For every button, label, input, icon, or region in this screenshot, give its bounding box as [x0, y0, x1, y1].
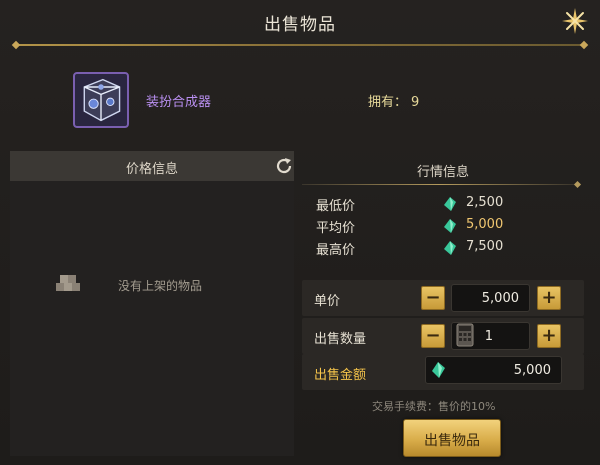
minus-icon: − [425, 287, 441, 308]
price-info-title: 价格信息 [125, 162, 178, 177]
quantity-value: 1 [484, 329, 493, 344]
max-price-label: 最高价 [316, 243, 356, 258]
unit-price-field[interactable]: 5,000 [451, 284, 530, 312]
gem-icon [444, 219, 456, 233]
fee-note: 交易手续费：售价的10% [372, 400, 496, 413]
gem-icon [444, 197, 456, 211]
gem-icon [432, 362, 445, 378]
close-icon[interactable] [560, 6, 590, 36]
owned-value: 9 [411, 95, 420, 110]
total-value: 5,000 [513, 363, 551, 378]
quantity-minus-button[interactable]: − [421, 324, 445, 348]
sell-button[interactable]: 出售物品 [403, 419, 501, 457]
quantity-label: 出售数量 [314, 332, 367, 347]
avg-price-label: 平均价 [316, 221, 356, 236]
refresh-icon[interactable] [274, 156, 294, 176]
avg-price-value: 5,000 [466, 217, 504, 232]
listing-panel [10, 181, 294, 456]
minus-icon: − [425, 325, 441, 346]
min-price-value: 2,500 [466, 195, 504, 210]
sell-dialog: 出售物品 装扮合成器 拥有： 9 价格信息 没有上架的物品 行情信息 最低价 2,… [0, 0, 600, 465]
unit-price-plus-button[interactable]: + [537, 286, 561, 310]
title-divider [16, 44, 584, 46]
unit-price-minus-button[interactable]: − [421, 286, 445, 310]
unit-price-value: 5,000 [481, 291, 519, 306]
plus-icon: + [541, 325, 557, 346]
market-info-title: 行情信息 [416, 165, 469, 180]
quantity-plus-button[interactable]: + [537, 324, 561, 348]
owned-label: 拥有： [368, 95, 408, 110]
sell-button-label: 出售物品 [424, 433, 480, 449]
max-price-value: 7,500 [466, 239, 504, 254]
dialog-title: 出售物品 [264, 15, 336, 35]
unit-price-label: 单价 [314, 294, 341, 309]
empty-box-icon [56, 275, 80, 291]
total-label: 出售金额 [314, 368, 367, 383]
plus-icon: + [541, 287, 557, 308]
price-info-header: 价格信息 [10, 151, 294, 181]
total-field: 5,000 [425, 356, 562, 384]
min-price-label: 最低价 [316, 199, 356, 214]
gem-icon [444, 241, 456, 255]
calculator-icon[interactable] [456, 323, 474, 347]
owned-count: 拥有： 9 [368, 91, 419, 110]
costume-synthesizer-icon[interactable] [73, 72, 129, 128]
market-divider [302, 184, 576, 185]
item-name: 装扮合成器 [146, 95, 212, 110]
empty-listing-text: 没有上架的物品 [118, 279, 203, 293]
